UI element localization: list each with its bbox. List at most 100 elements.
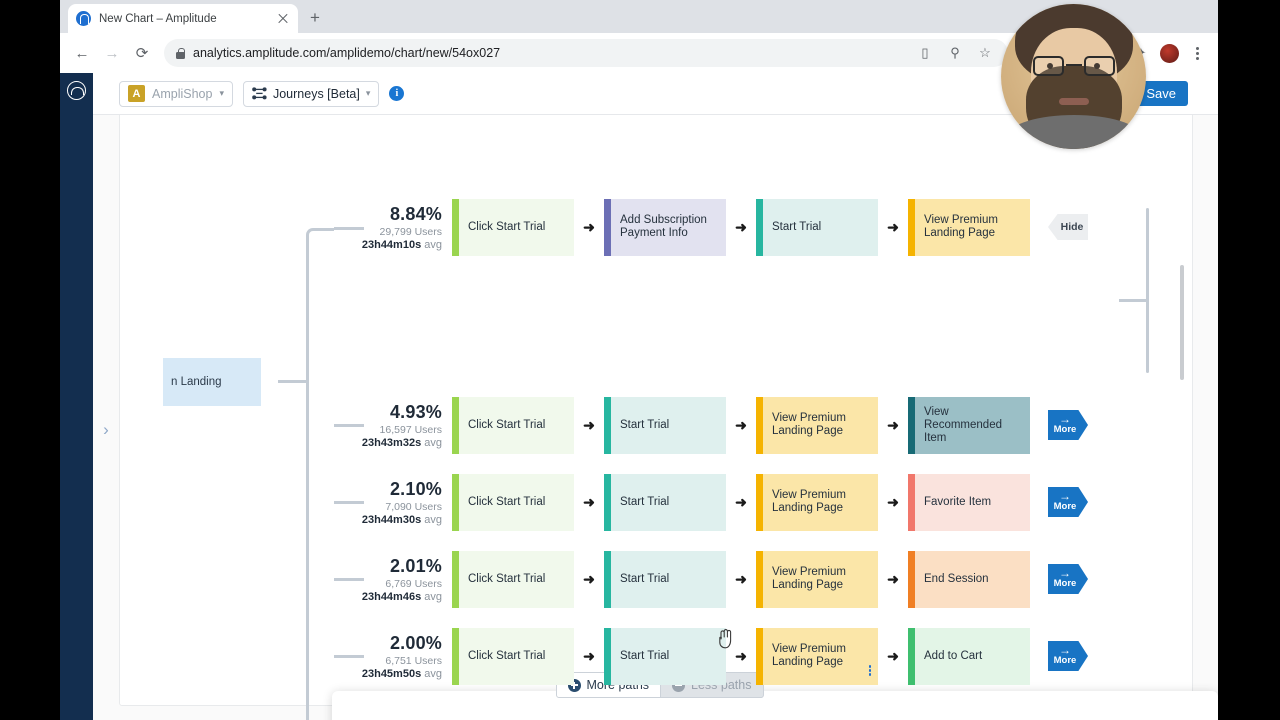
step-label: Click Start Trial	[468, 572, 546, 585]
more-button[interactable]: → More	[1048, 487, 1088, 517]
path-row[interactable]: 8.84% 29,799 Users 23h44m10s avg Click S…	[334, 197, 1214, 257]
step-label: Start Trial	[620, 495, 670, 508]
journey-step[interactable]: View Premium Landing Page	[756, 396, 878, 454]
cast-icon[interactable]: ▯	[914, 42, 936, 64]
info-icon[interactable]: i	[389, 86, 405, 101]
step-accent-bar	[452, 396, 459, 454]
graph-scrollbar[interactable]	[1180, 265, 1184, 380]
hide-button[interactable]: Hide	[1048, 214, 1088, 240]
row-percent: 8.84%	[389, 203, 442, 224]
journey-step[interactable]: Click Start Trial	[452, 396, 574, 454]
journey-step[interactable]: View Premium Landing Page	[756, 627, 878, 685]
path-row[interactable]: 2.01% 6,769 Users 23h44m46s avg Click St…	[334, 549, 1214, 609]
start-connector	[278, 380, 306, 383]
journey-step[interactable]: View Premium Landing Page	[756, 550, 878, 608]
amplitude-logo-icon[interactable]	[67, 81, 86, 100]
step-accent-bar	[908, 198, 915, 256]
path-row[interactable]: 2.10% 7,090 Users 23h44m30s avg Click St…	[334, 472, 1214, 532]
step-accent-bar	[604, 396, 611, 454]
row-avg-time: 23h45m50s avg	[361, 667, 442, 680]
row-metrics: 2.10% 7,090 Users 23h44m30s avg	[334, 479, 452, 526]
journey-step[interactable]: Start Trial	[604, 396, 726, 454]
step-label: Start Trial	[620, 649, 670, 662]
row-users: 29,799 Users	[379, 225, 442, 238]
step-label: View Premium Landing Page	[924, 214, 998, 239]
step-accent-bar	[908, 396, 915, 454]
step-label: Start Trial	[620, 418, 670, 431]
row-metrics: 8.84% 29,799 Users 23h44m10s avg	[334, 204, 452, 251]
journey-step[interactable]: Add Subscription Payment Info	[604, 198, 726, 256]
branch-bracket	[306, 228, 334, 720]
journey-step[interactable]: End Session	[908, 550, 1030, 608]
step-label: View Premium Landing Page	[772, 489, 846, 514]
more-button[interactable]: → More	[1048, 641, 1088, 671]
row-metrics: 2.01% 6,769 Users 23h44m46s avg	[334, 556, 452, 603]
start-node-label: n Landing	[171, 376, 222, 388]
more-button-label: More	[1053, 655, 1077, 666]
path-row[interactable]: 4.93% 16,597 Users 23h43m32s avg Click S…	[334, 395, 1214, 455]
step-accent-bar	[452, 198, 459, 256]
journey-step[interactable]: Start Trial	[756, 198, 878, 256]
chevron-down-icon: ▾	[365, 88, 371, 98]
more-button[interactable]: → More	[1048, 410, 1088, 440]
address-bar[interactable]: analytics.amplitude.com/amplidemo/chart/…	[164, 39, 1008, 67]
mouse-cursor-pointer-icon	[719, 629, 732, 649]
hide-connector	[1119, 299, 1147, 302]
journey-step[interactable]: Start Trial	[604, 473, 726, 531]
step-arrow-icon: ➜	[583, 493, 595, 510]
amplitude-favicon-icon	[76, 11, 91, 26]
journey-step[interactable]: View Premium Landing Page	[908, 198, 1030, 256]
step-accent-bar	[452, 627, 459, 685]
step-arrow-icon: ➜	[735, 493, 747, 510]
more-button[interactable]: → More	[1048, 564, 1088, 594]
step-label: View Recommended Item	[924, 405, 1002, 444]
browser-tab[interactable]: New Chart – Amplitude	[68, 4, 298, 33]
journey-step[interactable]: Add to Cart	[908, 627, 1030, 685]
bookmark-star-icon[interactable]: ☆	[974, 42, 996, 64]
step-menu-kebab-icon[interactable]	[868, 665, 871, 676]
journey-step[interactable]: Click Start Trial	[452, 473, 574, 531]
more-button-label: More	[1053, 424, 1077, 435]
browser-window: New Chart – Amplitude + ← → ⟳ analytics.…	[60, 0, 1218, 720]
step-accent-bar	[908, 473, 915, 531]
screen: New Chart – Amplitude + ← → ⟳ analytics.…	[0, 0, 1280, 720]
profile-avatar-icon[interactable]	[1156, 40, 1182, 66]
row-avg-time: 23h44m46s avg	[361, 590, 442, 603]
row-percent: 2.00%	[389, 632, 442, 653]
step-accent-bar	[908, 627, 915, 685]
row-avg-time: 23h44m10s avg	[361, 238, 442, 251]
step-label: Start Trial	[620, 572, 670, 585]
step-label: Click Start Trial	[468, 495, 546, 508]
journey-step[interactable]: Click Start Trial	[452, 550, 574, 608]
project-selector[interactable]: A AmpliShop ▾	[119, 80, 233, 107]
journey-step[interactable]: View Recommended Item	[908, 396, 1030, 454]
step-arrow-icon: ➜	[887, 416, 899, 433]
forward-icon[interactable]: →	[98, 39, 126, 67]
chrome-menu-icon[interactable]	[1184, 40, 1210, 66]
row-metrics: 2.00% 6,751 Users 23h45m50s avg	[334, 633, 452, 680]
step-arrow-icon: ➜	[583, 570, 595, 587]
back-icon[interactable]: ←	[68, 39, 96, 67]
more-button-label: More	[1053, 501, 1077, 512]
step-label: End Session	[924, 572, 989, 585]
close-icon[interactable]	[276, 12, 290, 26]
step-arrow-icon: ➜	[735, 416, 747, 433]
journey-step[interactable]: Click Start Trial	[452, 627, 574, 685]
journey-step[interactable]: Favorite Item	[908, 473, 1030, 531]
path-row[interactable]: 2.00% 6,751 Users 23h45m50s avg Click St…	[334, 626, 1214, 686]
zoom-icon[interactable]: ⚲	[944, 42, 966, 64]
step-label: Start Trial	[772, 220, 822, 233]
journey-step[interactable]: View Premium Landing Page	[756, 473, 878, 531]
journey-step[interactable]: Start Trial	[604, 550, 726, 608]
start-node[interactable]: n Landing	[163, 358, 261, 406]
journey-step[interactable]: Start Trial	[604, 627, 726, 685]
row-percent: 4.93%	[389, 401, 442, 422]
new-tab-button[interactable]: +	[306, 9, 324, 27]
step-arrow-icon: ➜	[583, 218, 595, 235]
row-percent: 2.10%	[389, 478, 442, 499]
journey-step[interactable]: Click Start Trial	[452, 198, 574, 256]
step-label: View Premium Landing Page	[772, 643, 846, 668]
row-metrics: 4.93% 16,597 Users 23h43m32s avg	[334, 402, 452, 449]
reload-icon[interactable]: ⟳	[128, 39, 156, 67]
chart-type-selector[interactable]: Journeys [Beta] ▾	[242, 80, 380, 107]
